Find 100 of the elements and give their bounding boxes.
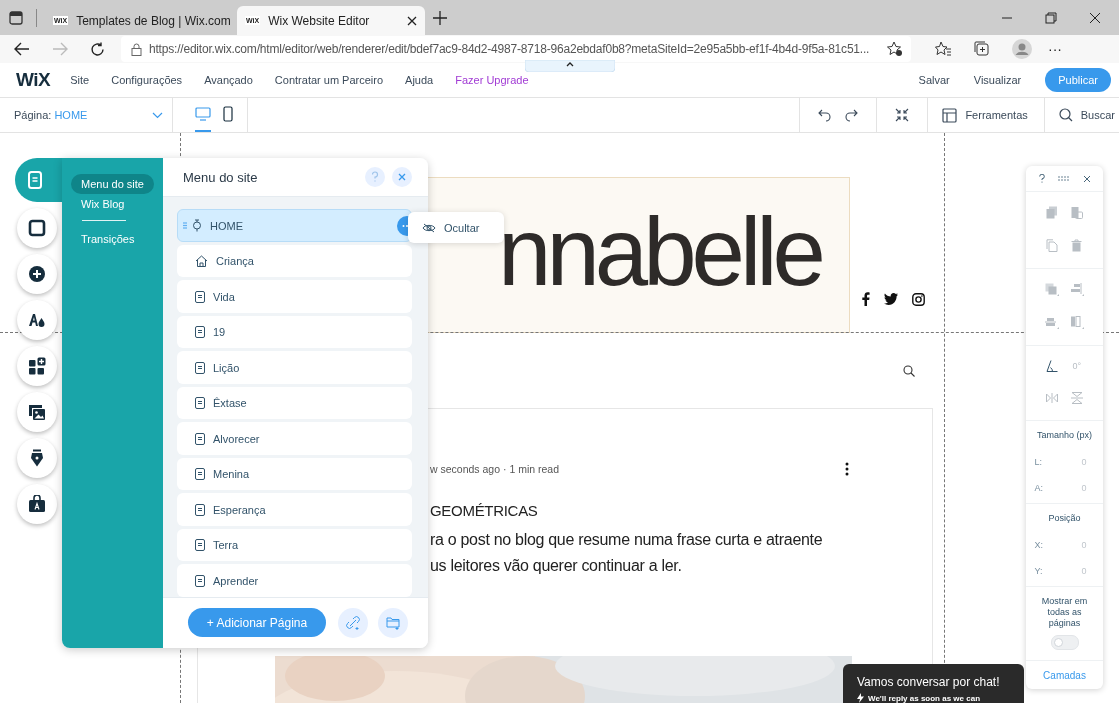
facebook-icon[interactable] [862, 292, 870, 306]
page-icon [195, 503, 205, 516]
save-button[interactable]: Salvar [918, 74, 950, 86]
blog-panel-button[interactable] [17, 438, 57, 478]
toggle-switch[interactable] [1050, 635, 1079, 650]
text-drop-icon [28, 311, 46, 329]
panel-title: Menu do site [183, 169, 259, 185]
field-label: A: [1034, 483, 1043, 493]
page-icon [195, 468, 205, 481]
page-list-item[interactable]: Esperança [177, 493, 412, 526]
apps-grid-icon [28, 357, 46, 375]
page-icon [195, 361, 205, 374]
show-on-all-pages-label: Mostrar em todas as páginas [1040, 596, 1089, 629]
favorites-icon[interactable] [935, 41, 952, 57]
position-label: Posição [1047, 513, 1082, 524]
search-icon [1058, 108, 1073, 122]
hide-page-menu-item[interactable]: Ocultar [408, 212, 504, 243]
market-panel-button[interactable] [17, 484, 57, 524]
page-list-item[interactable]: HOME [177, 209, 412, 242]
collections-icon[interactable] [974, 41, 990, 57]
post-meta: w seconds ago · 1 min read [430, 463, 559, 475]
pen-nib-icon [28, 449, 46, 467]
hidden-eye-icon [422, 222, 436, 233]
drag-handle-icon[interactable] [1058, 176, 1070, 181]
menu-item[interactable]: Site [70, 74, 90, 86]
page-list-item[interactable]: Êxtase [177, 386, 412, 420]
image-icon [28, 403, 46, 421]
chat-title: Vamos conversar por chat! [857, 675, 1001, 689]
menu-item[interactable]: Ajuda [405, 74, 434, 86]
close-button[interactable] [392, 167, 412, 188]
background-panel-button[interactable] [17, 208, 57, 248]
post-excerpt-line: ra o post no blog que resume numa frase curta e atraente [430, 531, 824, 549]
drag-handle-icon[interactable] [183, 222, 187, 230]
reload-icon[interactable] [90, 41, 105, 57]
panel-layout-icon [942, 107, 958, 123]
menu-item[interactable]: Contratar um Parceiro [274, 74, 384, 86]
close-icon[interactable] [1083, 174, 1091, 183]
page-list-item[interactable]: Menina [177, 457, 412, 491]
close-icon[interactable] [407, 15, 417, 26]
page-list-item[interactable]: Criança [177, 244, 412, 278]
size-label: Tamanho (px) [1036, 430, 1093, 441]
close-icon[interactable] [1089, 11, 1101, 24]
page-list-item[interactable]: Lição [177, 351, 412, 384]
zoom-out-icon[interactable] [895, 108, 910, 122]
page-list-item[interactable]: Aprender [177, 564, 412, 597]
menu-item[interactable]: Configurações [111, 74, 183, 86]
field-label: L: [1034, 457, 1042, 467]
search-button[interactable]: Buscar [1043, 98, 1119, 132]
instagram-icon[interactable] [912, 292, 925, 306]
page-icon [195, 326, 205, 339]
page-list-item[interactable]: 19 [177, 315, 412, 349]
post-excerpt-line: us leitores vão querer continuar a ler. [430, 557, 683, 575]
menu-item[interactable]: Fazer Upgrade [455, 74, 529, 86]
page-list-item[interactable]: Terra [177, 528, 412, 562]
lock-icon [131, 42, 142, 56]
page-list-item[interactable]: Vida [177, 280, 412, 313]
field-label: Y: [1034, 566, 1043, 576]
page-icon [195, 432, 205, 445]
page-icon [195, 574, 205, 587]
wix-logo[interactable]: WiX [16, 69, 51, 91]
chat-subtitle: We'll reply as soon as we can [868, 693, 981, 703]
menu-item[interactable]: Avançado [204, 74, 253, 86]
pin-icon [192, 219, 202, 233]
rotate-icon[interactable] [1046, 360, 1059, 372]
page-icon [26, 171, 44, 189]
plus-icon [28, 265, 46, 283]
chat-widget[interactable]: Vamos conversar por chat! We'll reply as soon as we can [843, 664, 1024, 703]
tab-actions-icon[interactable] [9, 10, 23, 25]
search-icon[interactable] [903, 364, 915, 377]
help-icon[interactable] [1039, 174, 1045, 183]
profile-avatar-icon[interactable] [1012, 39, 1032, 59]
undo-icon[interactable] [818, 108, 833, 122]
twitter-icon[interactable] [884, 293, 898, 305]
more-menu-button[interactable]: ··· [1048, 41, 1062, 57]
add-favorite-icon[interactable] [887, 41, 903, 57]
back-icon[interactable] [14, 42, 30, 56]
square-icon [28, 219, 46, 237]
page-icon [195, 290, 205, 303]
page-list-item[interactable]: Alvorecer [177, 422, 412, 455]
panel-section-tab[interactable]: Menu do site [71, 174, 154, 194]
chevron-down-icon [152, 111, 163, 119]
media-panel-button[interactable] [17, 392, 57, 432]
apps-panel-button[interactable] [17, 346, 57, 386]
design-panel-button[interactable] [17, 300, 57, 340]
pages-panel-button[interactable] [15, 158, 62, 202]
page-icon [195, 397, 205, 410]
tools-button[interactable]: Ferramentas [927, 98, 1044, 132]
home-icon [195, 255, 208, 268]
more-options-icon[interactable] [845, 462, 849, 476]
page-selector[interactable]: Página: HOME [0, 98, 173, 132]
restore-icon[interactable] [1045, 11, 1057, 24]
new-tab-icon[interactable] [433, 10, 447, 25]
add-panel-button[interactable] [17, 254, 57, 294]
page-icon [195, 539, 205, 552]
bag-icon [28, 495, 46, 513]
preview-button[interactable]: Visualizar [973, 74, 1022, 86]
post-title[interactable]: GEOMÉTRICAS [430, 502, 932, 519]
redo-icon[interactable] [844, 108, 859, 122]
address-field[interactable]: https://editor.wix.com/html/editor/web/renderer/edit/bdef7ac9-84d2-4987-8718-96a2ebdaf0b8?metaSiteId=2e95a5bb-ef1f-4b4d-9f5a-81c51... [121, 36, 911, 62]
lightning-icon [857, 693, 864, 703]
